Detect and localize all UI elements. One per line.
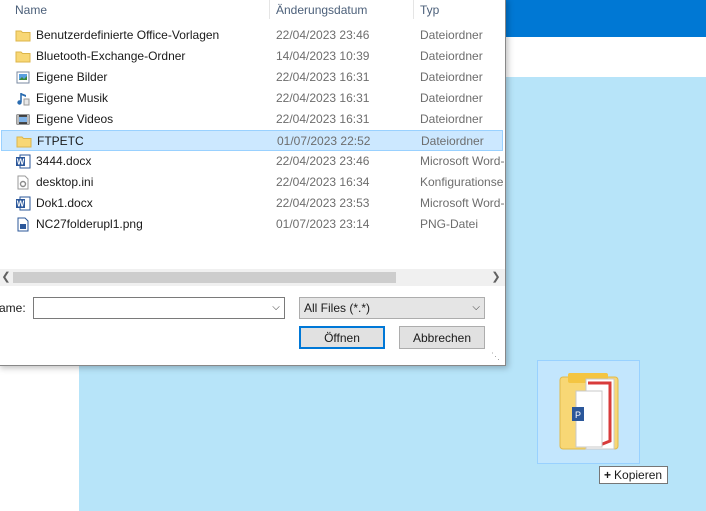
file-type: Dateiordner — [420, 70, 483, 84]
file-date: 22/04/2023 16:31 — [276, 91, 370, 105]
file-row[interactable]: Bluetooth-Exchange-Ordner 14/04/2023 10:3… — [1, 46, 503, 67]
file-date: 01/07/2023 23:14 — [276, 217, 370, 231]
file-row[interactable]: desktop.ini 22/04/2023 16:34 Konfiguration… — [1, 172, 503, 193]
file-name: Bluetooth-Exchange-Ordner — [36, 49, 186, 63]
word-document-icon: W — [15, 154, 31, 169]
dragged-files-icon: P — [559, 373, 619, 450]
column-header-date[interactable]: Änderungsdatum — [276, 1, 367, 19]
file-type: PNG-Datei — [420, 217, 479, 231]
cancel-button[interactable]: Abbrechen — [399, 326, 485, 349]
app-sidebar — [0, 364, 79, 511]
copy-tooltip-label: Kopieren — [614, 468, 663, 482]
file-row[interactable]: Eigene Bilder 22/04/2023 16:31 Dateiordner — [1, 67, 503, 88]
filename-input[interactable] — [33, 297, 285, 319]
file-date: 22/04/2023 16:31 — [276, 70, 370, 84]
file-type-select[interactable]: All Files (*.*) ⌵ — [299, 297, 485, 319]
file-name: FTPETC — [37, 134, 84, 148]
copy-tooltip: + Kopieren — [599, 466, 669, 484]
scroll-left-icon[interactable]: ❮ — [0, 269, 13, 286]
file-row[interactable]: W 3444.docx 22/04/2023 23:46 Microsoft Word… — [1, 151, 505, 172]
folder-icon — [16, 134, 32, 149]
app-toolbar-strip — [505, 37, 706, 77]
chevron-down-icon: ⌵ — [472, 302, 480, 313]
file-date: 01/07/2023 22:52 — [277, 134, 371, 148]
file-date: 22/04/2023 23:46 — [276, 154, 370, 168]
file-type: Dateiordner — [420, 28, 483, 42]
file-row[interactable]: Eigene Videos 22/04/2023 16:31 Dateiordner — [1, 109, 503, 130]
videos-shortcut-icon — [15, 112, 31, 127]
column-header-type[interactable]: Typ — [420, 1, 439, 19]
file-open-dialog: Name Änderungsdatum Typ Benutzerdefinier… — [0, 0, 506, 366]
file-name: Dok1.docx — [36, 196, 93, 210]
file-row[interactable]: Benutzerdefinierte Office-Vorlagen 22/04/… — [1, 25, 503, 46]
app-header-bar — [505, 0, 706, 37]
folder-icon — [15, 49, 31, 64]
file-type: Microsoft Word- — [420, 196, 505, 210]
file-name: desktop.ini — [36, 175, 94, 189]
file-row[interactable]: NC27folderupl1.png 01/07/2023 23:14 PNG-Da… — [1, 214, 503, 235]
image-file-icon — [15, 217, 31, 232]
drop-zone-area-lower[interactable] — [79, 364, 505, 511]
file-type-value: All Files (*.*) — [304, 301, 371, 315]
horizontal-scrollbar[interactable]: ❮ ❯ — [0, 269, 505, 286]
file-type: Microsoft Word- — [420, 154, 505, 168]
file-name: Eigene Musik — [36, 91, 109, 105]
file-row[interactable]: W Dok1.docx 22/04/2023 23:53 Microsoft Word… — [1, 193, 505, 214]
file-name: Benutzerdefinierte Office-Vorlagen — [36, 28, 220, 42]
chevron-down-icon[interactable]: ⌵ — [269, 299, 283, 317]
folder-icon — [15, 28, 31, 43]
pictures-shortcut-icon — [15, 70, 31, 85]
settings-file-icon — [15, 175, 31, 190]
file-name: Eigene Videos — [36, 112, 114, 126]
file-date: 22/04/2023 23:53 — [276, 196, 370, 210]
music-shortcut-icon — [15, 91, 31, 106]
scrollbar-thumb[interactable] — [13, 272, 396, 283]
column-headers: Name Änderungsdatum Typ — [0, 0, 505, 21]
filename-label: ame: — [0, 301, 26, 315]
file-row[interactable]: FTPETC 01/07/2023 22:52 Dateiordner — [1, 130, 503, 151]
file-type: Dateiordner — [420, 49, 483, 63]
plus-icon: + — [604, 468, 612, 482]
file-date: 22/04/2023 16:31 — [276, 112, 370, 126]
file-date: 22/04/2023 16:34 — [276, 175, 370, 189]
scroll-right-icon[interactable]: ❯ — [489, 269, 503, 286]
file-name: Eigene Bilder — [36, 70, 108, 84]
resize-grip-icon[interactable]: ⋱ — [491, 351, 501, 361]
file-name: 3444.docx — [36, 154, 92, 168]
column-header-name[interactable]: Name — [15, 1, 47, 19]
svg-text:W: W — [17, 200, 25, 209]
file-name: NC27folderupl1.png — [36, 217, 143, 231]
open-button[interactable]: Öffnen — [299, 326, 385, 349]
drag-preview: P — [537, 360, 640, 464]
file-row[interactable]: Eigene Musik 22/04/2023 16:31 Dateiordner — [1, 88, 503, 109]
svg-text:P: P — [575, 410, 581, 420]
svg-text:W: W — [17, 158, 25, 167]
file-type: Dateiordner — [420, 91, 483, 105]
file-date: 14/04/2023 10:39 — [276, 49, 370, 63]
column-separator[interactable] — [413, 0, 414, 19]
column-separator[interactable] — [269, 0, 270, 19]
file-type: Dateiordner — [420, 112, 483, 126]
file-date: 22/04/2023 23:46 — [276, 28, 370, 42]
word-document-icon: W — [15, 196, 31, 211]
file-type: Dateiordner — [421, 134, 484, 148]
file-type: Konfigurationse — [420, 175, 504, 189]
